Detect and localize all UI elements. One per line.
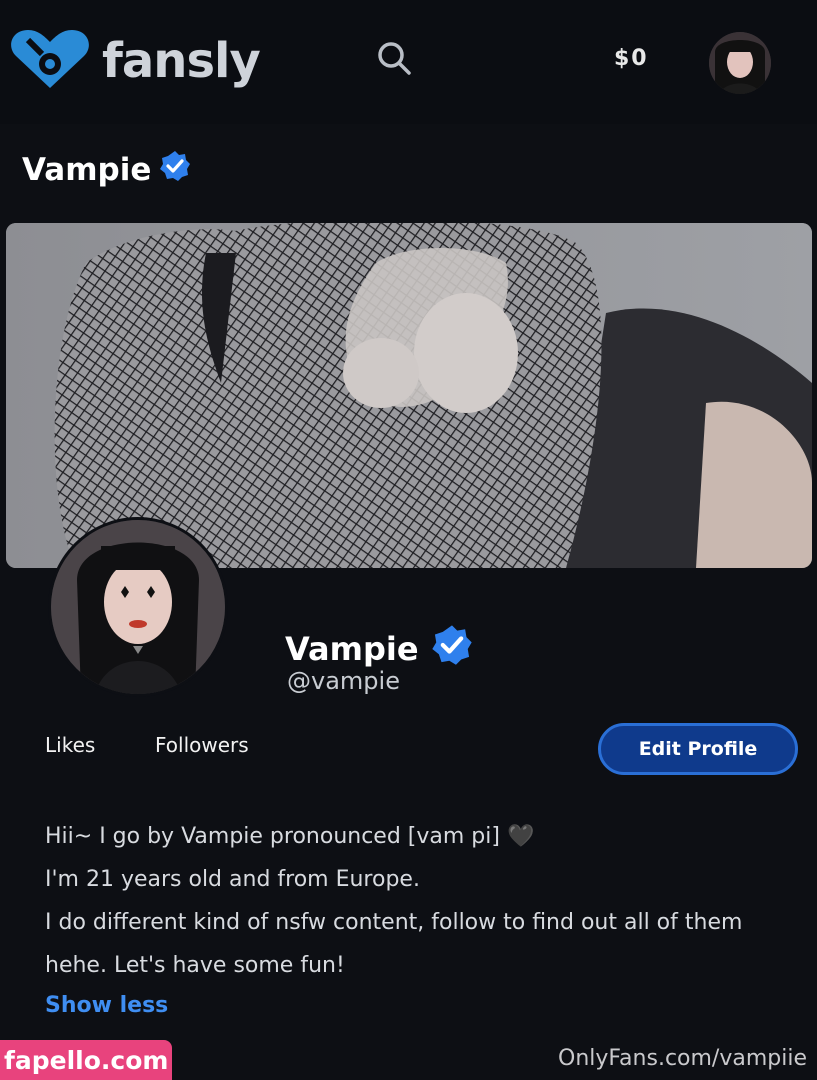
fansly-heart-logo-icon — [8, 26, 92, 96]
profile-handle: @vampie — [287, 667, 400, 695]
edit-profile-button[interactable]: Edit Profile — [598, 723, 798, 775]
bio-line: Hii~ I go by Vampie pronounced [vam pi] … — [45, 824, 535, 849]
search-button[interactable] — [374, 38, 414, 82]
display-name-text: Vampie — [285, 630, 419, 668]
show-less-link[interactable]: Show less — [45, 993, 168, 1018]
bio-line: hehe. Let's have some fun! — [45, 953, 345, 978]
search-icon — [374, 42, 414, 82]
verified-badge-icon — [159, 150, 191, 190]
account-avatar[interactable] — [709, 32, 771, 94]
top-navigation-bar: fansly $0 — [0, 0, 817, 124]
profile-banner-image — [6, 223, 812, 568]
watermark-right: OnlyFans.com/vampiie — [558, 1046, 807, 1071]
likes-stat[interactable]: Likes — [45, 733, 95, 757]
page-title: Vampie — [22, 150, 191, 190]
header-name-text: Vampie — [22, 152, 152, 188]
logo-wordmark: fansly — [102, 33, 261, 89]
profile-bio: Hii~ I go by Vampie pronounced [vam pi] … — [45, 820, 815, 992]
watermark-left: fapello.com — [0, 1040, 173, 1080]
profile-avatar[interactable] — [48, 517, 228, 697]
bio-line: I do different kind of nsfw content, fol… — [45, 910, 743, 935]
verified-badge-icon — [431, 624, 473, 674]
bio-line: I'm 21 years old and from Europe. — [45, 867, 420, 892]
followers-stat[interactable]: Followers — [155, 733, 249, 757]
wallet-balance[interactable]: $0 — [614, 46, 649, 71]
fansly-logo[interactable]: fansly — [8, 26, 261, 96]
